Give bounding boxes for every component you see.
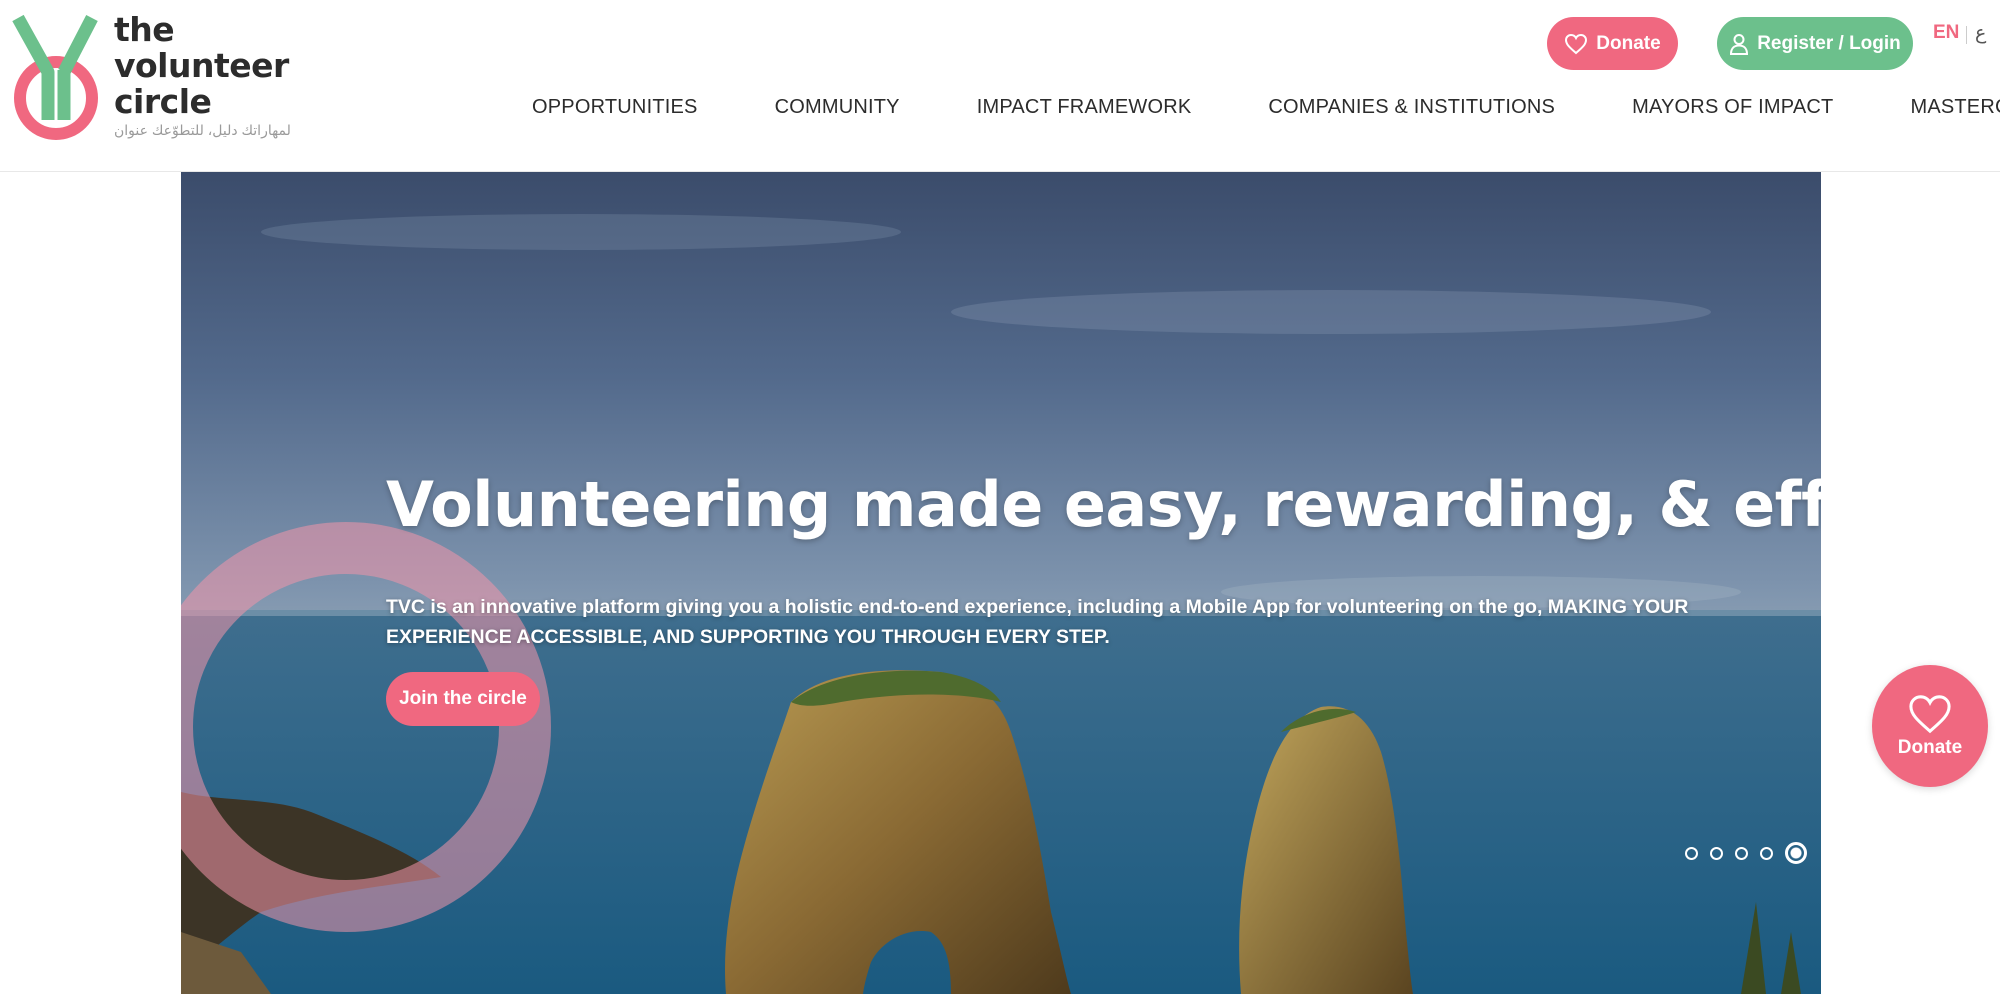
donate-button-label: Donate bbox=[1596, 32, 1661, 54]
logo-word-circle: circle bbox=[114, 82, 212, 121]
hero-title: Volunteering made easy, rewarding, & eff… bbox=[386, 468, 1821, 541]
register-login-button[interactable]: Register / Login bbox=[1717, 17, 1913, 70]
slider-dot-3[interactable] bbox=[1735, 846, 1748, 860]
language-en-link[interactable]: EN bbox=[1933, 22, 1959, 44]
floating-donate-button[interactable]: Donate bbox=[1872, 665, 1988, 787]
language-divider bbox=[1966, 26, 1967, 44]
main-nav: OPPORTUNITIES COMMUNITY IMPACT FRAMEWORK… bbox=[532, 96, 2000, 119]
donate-button[interactable]: Donate bbox=[1547, 17, 1678, 70]
site-logo[interactable]: the volunteer circle لمهاراتك دليل، للتط… bbox=[12, 12, 291, 152]
slider-dot-1[interactable] bbox=[1685, 846, 1698, 860]
register-login-label: Register / Login bbox=[1757, 32, 1901, 54]
nav-item-companies-institutions[interactable]: COMPANIES & INSTITUTIONS bbox=[1268, 96, 1555, 119]
user-icon bbox=[1730, 33, 1749, 55]
hero-slider: Volunteering made easy, rewarding, & eff… bbox=[181, 172, 1821, 994]
floating-donate-label: Donate bbox=[1897, 737, 1963, 758]
slider-pagination bbox=[1685, 842, 1807, 864]
join-the-circle-button[interactable]: Join the circle bbox=[386, 672, 540, 726]
logo-wordmark: the volunteer circle bbox=[114, 12, 289, 120]
nav-item-community[interactable]: COMMUNITY bbox=[775, 96, 900, 119]
logo-mark-icon bbox=[12, 14, 98, 140]
slider-dot-2[interactable] bbox=[1710, 846, 1723, 860]
language-ar-link[interactable]: ع bbox=[1975, 22, 1986, 45]
nav-item-opportunities[interactable]: OPPORTUNITIES bbox=[532, 96, 698, 119]
heart-icon bbox=[1909, 695, 1951, 734]
logo-word-the: the bbox=[114, 10, 175, 49]
hero-description: TVC is an innovative platform giving you… bbox=[386, 596, 1689, 648]
logo-word-volunteer: volunteer bbox=[114, 46, 289, 85]
nav-item-mayors-of-impact[interactable]: MAYORS OF IMPACT bbox=[1632, 96, 1833, 119]
slider-dot-4[interactable] bbox=[1760, 846, 1773, 860]
heart-icon bbox=[1565, 33, 1588, 54]
slider-dot-5-active[interactable] bbox=[1785, 842, 1807, 864]
logo-tagline: لمهاراتك دليل، للتطوّعك عنوان bbox=[114, 122, 291, 138]
nav-item-masterclass[interactable]: MASTERCLASS bbox=[1910, 96, 2000, 119]
nav-item-impact-framework[interactable]: IMPACT FRAMEWORK bbox=[977, 96, 1192, 119]
site-header: the volunteer circle لمهاراتك دليل، للتط… bbox=[0, 0, 2000, 172]
